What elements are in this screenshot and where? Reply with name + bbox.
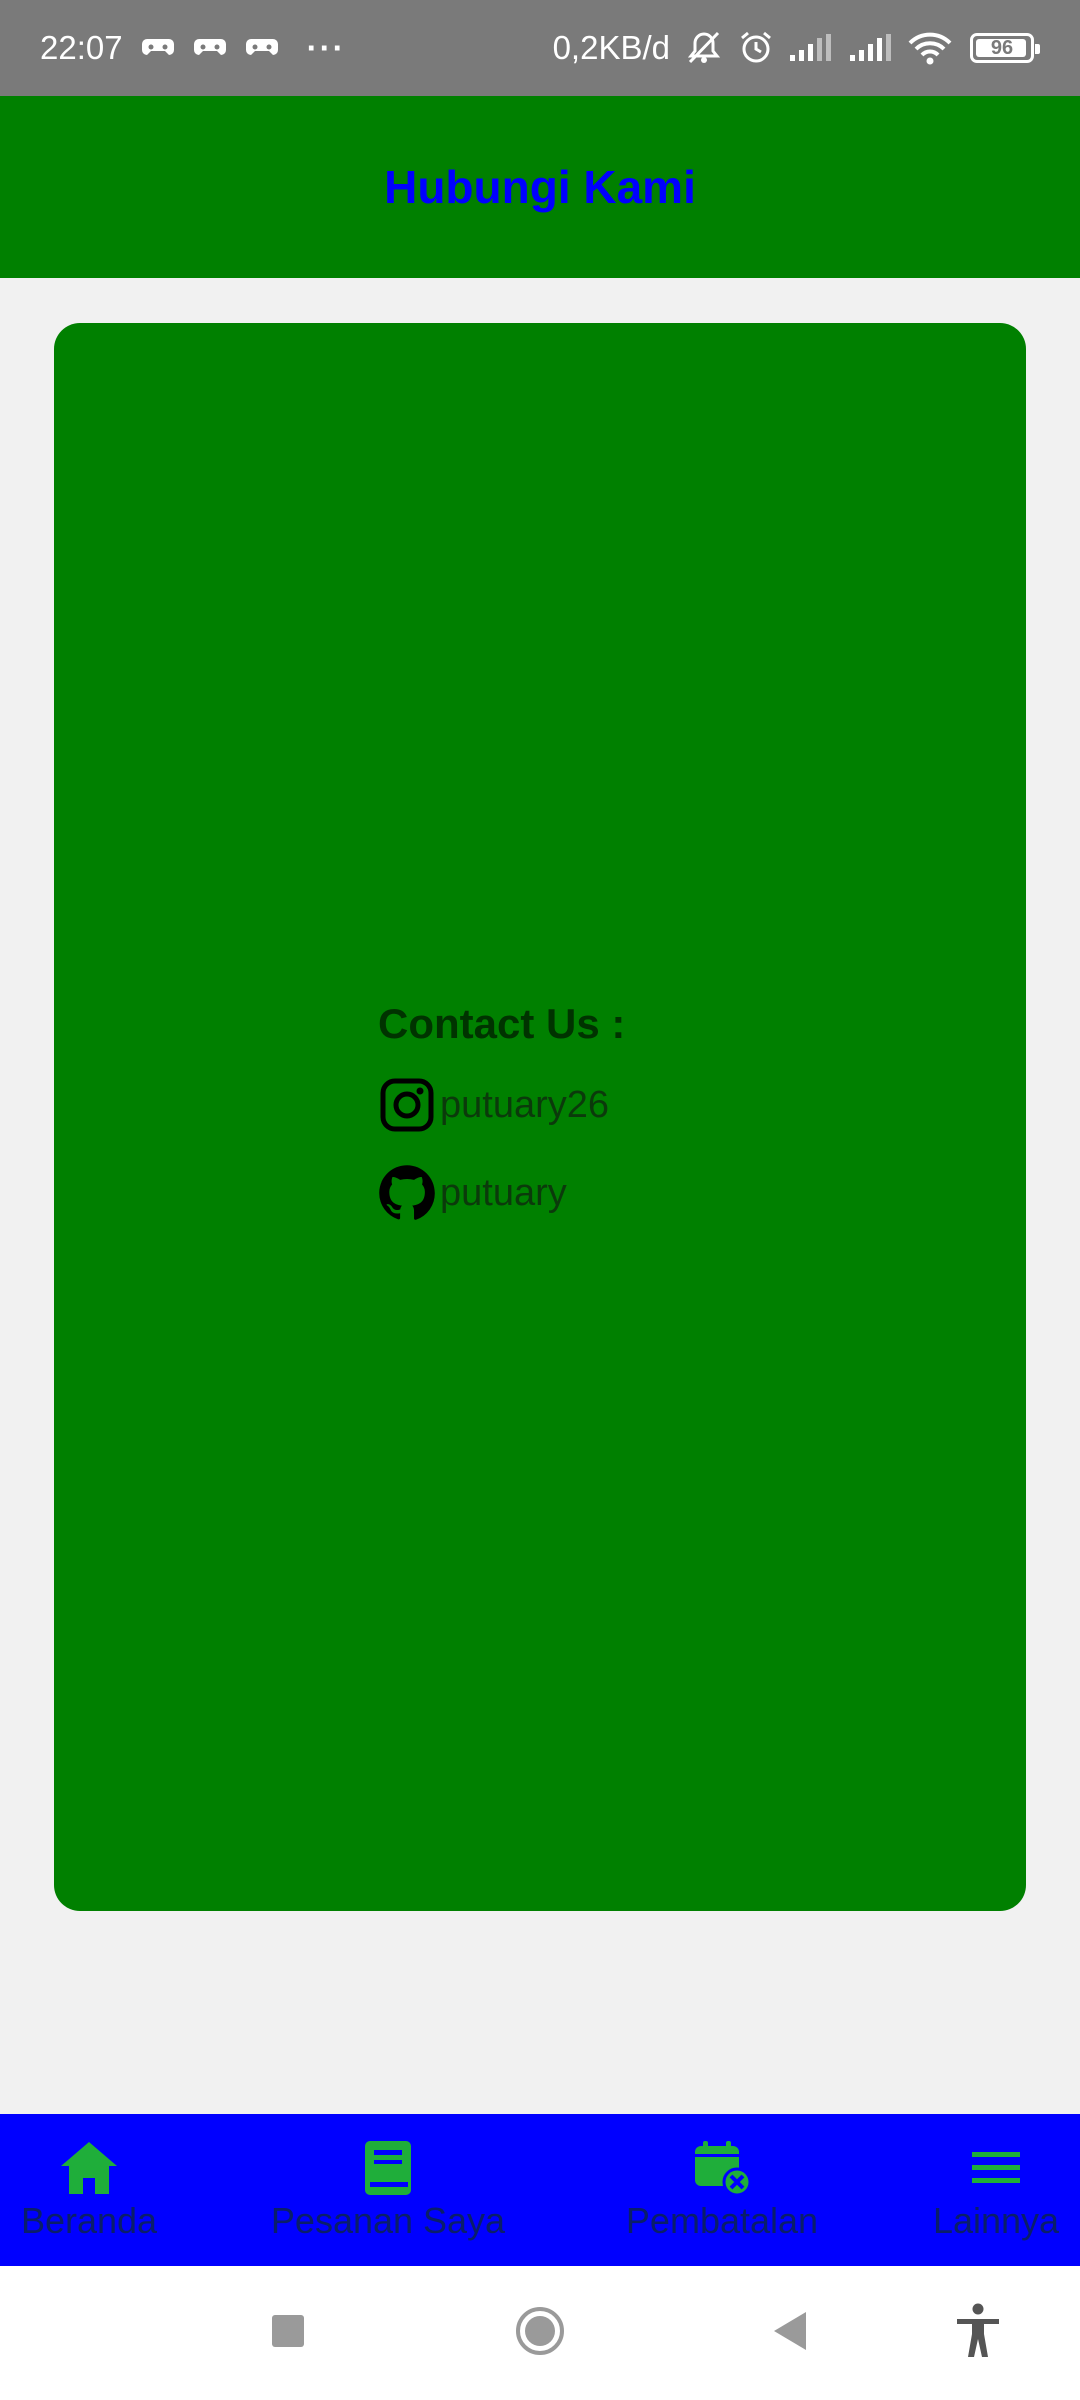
square-icon <box>270 2313 306 2354</box>
more-notifications-icon: ··· <box>306 29 346 66</box>
battery-level: 96 <box>990 36 1014 59</box>
nav-item-pesanan-saya[interactable]: Pesanan Saya <box>258 2114 518 2266</box>
home-icon <box>57 2138 121 2200</box>
signal-icon <box>788 33 834 63</box>
nav-label: Pesanan Saya <box>270 2200 506 2241</box>
nav-item-lainnya[interactable]: Lainnya <box>926 2114 1066 2266</box>
instagram-icon <box>378 1076 436 1134</box>
circle-home-icon <box>514 2305 566 2362</box>
signal-icon <box>848 33 894 63</box>
accessibility-button[interactable] <box>948 2266 1008 2400</box>
back-triangle-icon <box>770 2310 810 2357</box>
calendar-cancel-icon <box>691 2138 753 2200</box>
game-notification-icon <box>141 35 175 61</box>
nav-label: Lainnya <box>932 2200 1060 2241</box>
menu-icon <box>968 2138 1024 2200</box>
wifi-icon <box>908 31 952 65</box>
github-handle: putuary <box>440 1171 567 1214</box>
status-bar: 22:07 ··· 0,2KB/d 96 <box>0 0 1080 96</box>
nav-label: Pembatalan <box>625 2200 819 2241</box>
home-button[interactable] <box>510 2266 570 2400</box>
github-icon <box>378 1164 436 1222</box>
alarm-icon <box>738 30 774 66</box>
system-navigation-bar <box>0 2266 1080 2400</box>
app-bar: Hubungi Kami <box>0 96 1080 278</box>
bottom-navigation: Beranda Pesanan Saya Pembatalan Lainnya <box>0 2114 1080 2266</box>
contact-heading: Contact Us : <box>378 1000 626 1047</box>
game-notification-icon <box>193 35 227 61</box>
instagram-handle: putuary26 <box>440 1083 610 1126</box>
status-time: 22:07 <box>40 29 123 66</box>
battery-icon: 96 <box>970 33 1040 63</box>
nav-item-pembatalan[interactable]: Pembatalan <box>612 2114 832 2266</box>
page-title: Hubungi Kami <box>384 161 696 213</box>
instagram-contact[interactable]: putuary26 <box>378 1072 625 1138</box>
status-bar-left: 22:07 ··· <box>40 29 346 67</box>
accessibility-icon <box>955 2303 1001 2364</box>
network-speed: 0,2KB/d <box>552 29 670 66</box>
nav-label: Beranda <box>20 2200 158 2241</box>
nav-item-beranda[interactable]: Beranda <box>14 2114 164 2266</box>
status-bar-right: 0,2KB/d 96 <box>552 29 1040 67</box>
contact-section: Contact Us : putuary26 putuary <box>378 1000 625 1248</box>
book-icon <box>360 2138 416 2200</box>
back-button[interactable] <box>760 2266 820 2400</box>
github-contact[interactable]: putuary <box>378 1160 625 1226</box>
recents-button[interactable] <box>258 2266 318 2400</box>
game-notification-icon <box>245 35 279 61</box>
muted-bell-icon <box>684 30 724 66</box>
